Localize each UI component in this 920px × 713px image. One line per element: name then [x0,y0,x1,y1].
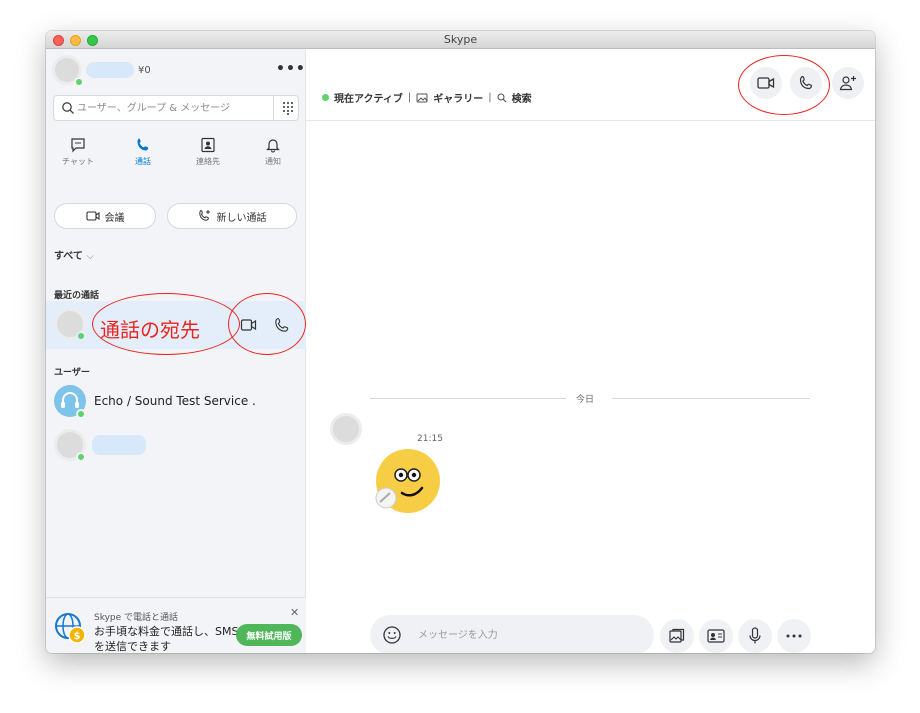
meeting-label: 会議 [104,212,125,224]
new-call-button[interactable]: 新しい通話 [167,203,297,229]
media-gallery-icon [669,628,685,643]
close-icon[interactable]: ✕ [290,606,299,619]
chevron-down-icon: ⌵ [86,251,94,262]
user-name-blurred [92,435,146,455]
promo-banner: $ Skype で電話と通話 お手頃な料金で通話し、SMS を送信できます ✕ … [46,597,306,653]
separator: | [407,92,412,103]
tab-calls-label: 通話 [135,157,151,166]
audio-call-icon[interactable] [273,316,291,334]
recent-call-recipient: 通話の宛先 [100,318,200,342]
echo-name: Echo / Sound Test Service . [94,394,256,408]
voice-message-button[interactable] [738,619,772,653]
header-audio-call-button[interactable] [790,67,822,99]
zoom-window-button[interactable] [87,35,98,46]
status-text: 現在アクティブ [334,94,403,105]
free-trial-button[interactable]: 無料試用版 [236,624,302,646]
new-call-label: 新しい通話 [216,212,267,224]
tab-notifications-label: 通知 [265,157,281,166]
tab-contacts-label: 連絡先 [196,157,220,166]
user-row-blurred[interactable] [46,425,306,469]
microphone-icon [749,627,761,644]
promo-text: お手頃な料金で通話し、SMS を送信できます [94,625,239,653]
gallery-icon [416,93,428,102]
titlebar: Skype [46,31,875,49]
profile-credit[interactable]: ¥0 [138,65,151,76]
date-label: 今日 [576,395,595,405]
search-icon [497,92,507,102]
bell-icon [266,139,280,153]
svg-text:$: $ [74,631,81,642]
recent-calls-title: 最近の通話 [54,291,100,301]
contact-card-icon [707,629,725,643]
globe-credit-icon: $ [55,613,86,644]
video-call-icon[interactable] [240,316,258,334]
contact-card-button[interactable] [699,619,733,653]
add-participant-button[interactable] [832,67,864,99]
recent-call-row[interactable]: 通話の宛先 [46,301,306,349]
users-title: ユーザー [54,368,90,378]
dialpad-icon[interactable] [281,101,295,115]
new-call-icon [198,209,210,221]
media-button[interactable] [660,619,694,653]
emoji-icon[interactable] [382,625,402,645]
audio-call-icon [799,75,813,90]
tab-chat[interactable]: チャット [46,137,110,177]
contacts-icon [201,137,215,153]
chat-icon [71,138,85,153]
tab-calls[interactable]: 通話 [111,137,175,177]
search-link[interactable]: 検索 [512,90,532,105]
divider-line-right [612,398,810,399]
user-row-echo[interactable]: Echo / Sound Test Service . [46,379,306,423]
gallery-link[interactable]: ギャラリー [433,90,483,105]
message-input[interactable] [418,627,638,643]
conversation-panel: 現在アクティブ | ギャラリー | 検索 今日 21:15 メッセージを入力 [306,49,875,653]
emoticon-sticker-icon[interactable] [370,445,442,515]
tab-chat-label: チャット [62,157,94,166]
close-window-button[interactable] [53,35,64,46]
phone-icon [137,138,149,151]
conversation-header: 現在アクティブ | ギャラリー | 検索 [306,49,875,121]
window-title: Skype [443,33,478,46]
separator: | [488,92,492,103]
sender-avatar[interactable] [330,413,362,445]
divider [273,96,274,120]
skype-window: Skype ¥0 ••• チャット 通話 連絡先 [46,31,875,653]
more-actions-button[interactable] [777,619,811,653]
echo-online-dot [76,409,86,419]
more-icon [786,634,802,638]
message-time: 21:15 [417,434,443,444]
sidebar: ¥0 ••• チャット 通話 連絡先 通知 会議 [46,49,306,653]
meeting-button[interactable]: 会議 [54,203,156,229]
header-links: 現在アクティブ | ギャラリー | 検索 [322,90,532,105]
header-video-call-button[interactable] [750,67,782,99]
online-status-dot [322,94,329,101]
compose-box[interactable] [370,615,654,653]
profile-online-dot [74,77,84,87]
minimize-window-button[interactable] [70,35,81,46]
tab-notifications[interactable]: 通知 [241,137,305,177]
search-box[interactable] [53,95,299,121]
recent-online-dot [76,331,86,341]
add-person-icon [839,76,856,91]
search-icon [62,102,74,114]
video-meeting-icon [85,211,100,221]
filter-dropdown[interactable]: すべて ⌵ [54,247,94,262]
filter-label: すべて [54,251,83,262]
divider-line-left [370,398,566,399]
video-call-icon [757,77,775,89]
profile-name-blurred [86,62,134,78]
user-online-dot [76,452,86,462]
tab-contacts[interactable]: 連絡先 [176,137,240,177]
more-options-icon[interactable]: ••• [276,61,306,77]
promo-subtitle: Skype で電話と通話 [94,613,179,623]
search-input[interactable] [77,100,267,116]
date-divider: 今日 [370,392,810,406]
